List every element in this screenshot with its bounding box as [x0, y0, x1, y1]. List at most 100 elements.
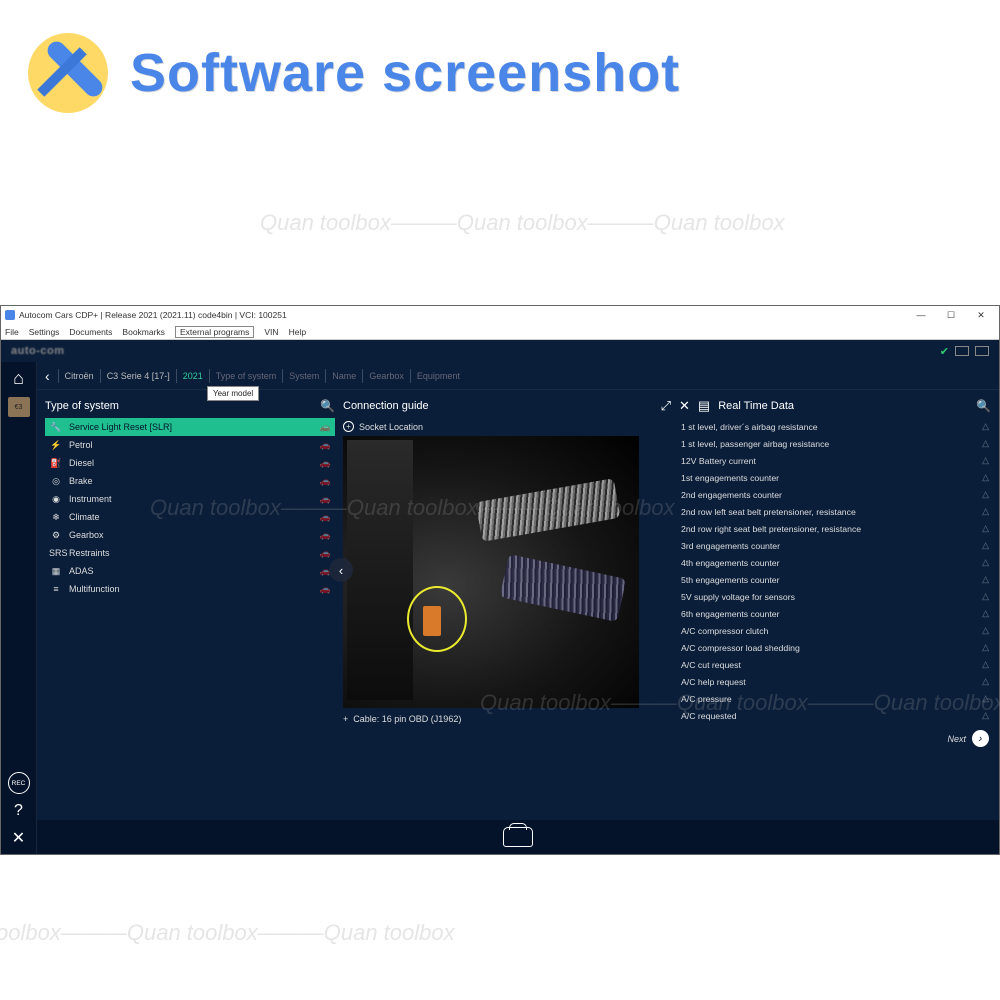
system-type-row[interactable]: ◎Brake🚗: [45, 472, 335, 490]
cable-label: Cable: 16 pin OBD (J1962): [353, 714, 461, 724]
car-icon: 🚗: [320, 530, 331, 541]
list-icon[interactable]: ▤: [698, 398, 710, 414]
close-icon[interactable]: ✕: [12, 828, 25, 848]
rtd-row[interactable]: 1 st level, passenger airbag resistance△: [679, 435, 991, 452]
rtd-row[interactable]: 3rd engagements counter △: [679, 537, 991, 554]
system-type-row[interactable]: ▦ADAS🚗: [45, 562, 335, 580]
crumb-name[interactable]: Name: [332, 371, 356, 381]
rtd-label: A/C compressor clutch: [681, 626, 768, 636]
window-minimize-button[interactable]: ―: [907, 308, 935, 322]
rtd-row[interactable]: A/C help request△: [679, 673, 991, 690]
menu-file[interactable]: File: [5, 327, 19, 337]
help-icon[interactable]: ?: [14, 802, 23, 820]
system-icon: ≡: [49, 584, 63, 594]
home-icon[interactable]: ⌂: [13, 368, 24, 389]
rtd-row[interactable]: A/C pressure△: [679, 690, 991, 707]
system-label: Brake: [69, 476, 93, 486]
tools-icon[interactable]: ✕: [679, 398, 690, 414]
system-type-row[interactable]: ⚙Gearbox🚗: [45, 526, 335, 544]
system-label: Gearbox: [69, 530, 104, 540]
menu-help[interactable]: Help: [289, 327, 306, 337]
crumb-gearbox[interactable]: Gearbox: [369, 371, 404, 381]
brand-bar: auto-com ✔: [1, 340, 999, 362]
watermark: Quan toolbox———Quan toolbox———Quan toolb…: [260, 210, 785, 236]
watermark: Quan toolbox———Quan toolbox———Quan toolb…: [0, 920, 455, 946]
rtd-row[interactable]: 4th engagements counter△: [679, 554, 991, 571]
system-icon: ⛽: [49, 458, 63, 469]
search-icon[interactable]: 🔍: [976, 399, 991, 413]
rtd-row[interactable]: 5th engagements counter△: [679, 571, 991, 588]
search-icon[interactable]: 🔍: [320, 399, 335, 413]
brand-name: auto-com: [11, 345, 65, 357]
menu-bookmarks[interactable]: Bookmarks: [122, 327, 165, 337]
rtd-row[interactable]: 2nd row right seat belt pretensioner, re…: [679, 520, 991, 537]
system-type-row[interactable]: SRSRestraints🚗: [45, 544, 335, 562]
triangle-icon: △: [982, 608, 989, 619]
system-icon: 🔧: [49, 422, 63, 433]
record-button[interactable]: REC: [8, 772, 30, 794]
crumb-system[interactable]: System: [289, 371, 319, 381]
system-type-row[interactable]: ◉Instrument🚗: [45, 490, 335, 508]
rtd-label: 1 st level, passenger airbag resistance: [681, 439, 829, 449]
app-footer: [37, 820, 999, 854]
triangle-icon: △: [982, 455, 989, 466]
car-icon: 🚗: [320, 494, 331, 505]
rtd-row[interactable]: A/C compressor load shedding△: [679, 639, 991, 656]
window-maximize-button[interactable]: ☐: [937, 308, 965, 322]
system-type-row[interactable]: ❄Climate🚗: [45, 508, 335, 526]
rtd-label: A/C compressor load shedding: [681, 643, 800, 653]
expand-plus-icon[interactable]: +: [343, 421, 354, 432]
system-label: Service Light Reset [SLR]: [69, 422, 172, 432]
crumb-type[interactable]: Type of system: [216, 371, 277, 381]
crumb-make[interactable]: Citroën: [65, 371, 94, 381]
next-button[interactable]: ›: [972, 730, 989, 747]
menu-documents[interactable]: Documents: [69, 327, 112, 337]
breadcrumb: ‹ Citroën C3 Serie 4 [17-] 2021 Type of …: [37, 362, 999, 390]
system-type-row[interactable]: ⛽Diesel🚗: [45, 454, 335, 472]
system-type-row[interactable]: ⚡Petrol🚗: [45, 436, 335, 454]
crumb-year[interactable]: 2021: [183, 371, 203, 381]
rtd-row[interactable]: 2nd row left seat belt pretensioner, res…: [679, 503, 991, 520]
back-button[interactable]: ‹: [45, 368, 50, 384]
connector-photo[interactable]: ‹: [343, 436, 639, 708]
status-icon: [975, 346, 989, 356]
car-icon[interactable]: [503, 827, 533, 847]
rtd-row[interactable]: 1 st level, driver´s airbag resistance△: [679, 418, 991, 435]
expand-plus-icon[interactable]: +: [343, 714, 348, 724]
rtd-label: 2nd row left seat belt pretensioner, res…: [681, 507, 856, 517]
rtd-row[interactable]: 2nd engagements counter△: [679, 486, 991, 503]
crumb-model[interactable]: C3 Serie 4 [17-]: [107, 371, 170, 381]
rtd-row[interactable]: 5V supply voltage for sensors△: [679, 588, 991, 605]
menu-external-programs[interactable]: External programs: [175, 326, 254, 338]
app-icon: [5, 310, 15, 320]
system-icon: ◉: [49, 494, 63, 505]
rtd-row[interactable]: A/C cut request△: [679, 656, 991, 673]
system-type-row[interactable]: ≡Multifunction🚗: [45, 580, 335, 598]
rtd-row[interactable]: 1st engagements counter△: [679, 469, 991, 486]
page-title: Software screenshot: [130, 42, 680, 104]
rtd-label: 3rd engagements counter: [681, 541, 780, 551]
triangle-icon: △: [982, 540, 989, 551]
rtd-label: 6th engagements counter: [681, 609, 780, 619]
expand-icon[interactable]: ⤢: [661, 398, 671, 414]
system-type-row[interactable]: 🔧Service Light Reset [SLR]🚗: [45, 418, 335, 436]
menu-vin[interactable]: VIN: [264, 327, 278, 337]
socket-location-label: Socket Location: [359, 422, 423, 432]
rtd-row[interactable]: A/C requested△: [679, 707, 991, 724]
rtd-row[interactable]: 12V Battery current△: [679, 452, 991, 469]
crumb-equipment[interactable]: Equipment: [417, 371, 460, 381]
system-icon: ❄: [49, 512, 63, 523]
check-icon: ✔: [940, 345, 949, 358]
cert-badge-icon[interactable]: €3: [8, 397, 30, 417]
rtd-row[interactable]: A/C compressor clutch△: [679, 622, 991, 639]
rtd-label: 5th engagements counter: [681, 575, 780, 585]
panel-realtime-data: ✕ ▤ Real Time Data 🔍 1 st level, driver´…: [679, 394, 991, 814]
photo-prev-button[interactable]: ‹: [329, 558, 353, 582]
triangle-icon: △: [982, 591, 989, 602]
window-close-button[interactable]: ✕: [967, 308, 995, 322]
panel-title: Real Time Data: [718, 400, 794, 412]
rtd-label: A/C requested: [681, 711, 737, 721]
menu-settings[interactable]: Settings: [29, 327, 60, 337]
rtd-row[interactable]: 6th engagements counter △: [679, 605, 991, 622]
highlight-circle-icon: [407, 586, 467, 652]
